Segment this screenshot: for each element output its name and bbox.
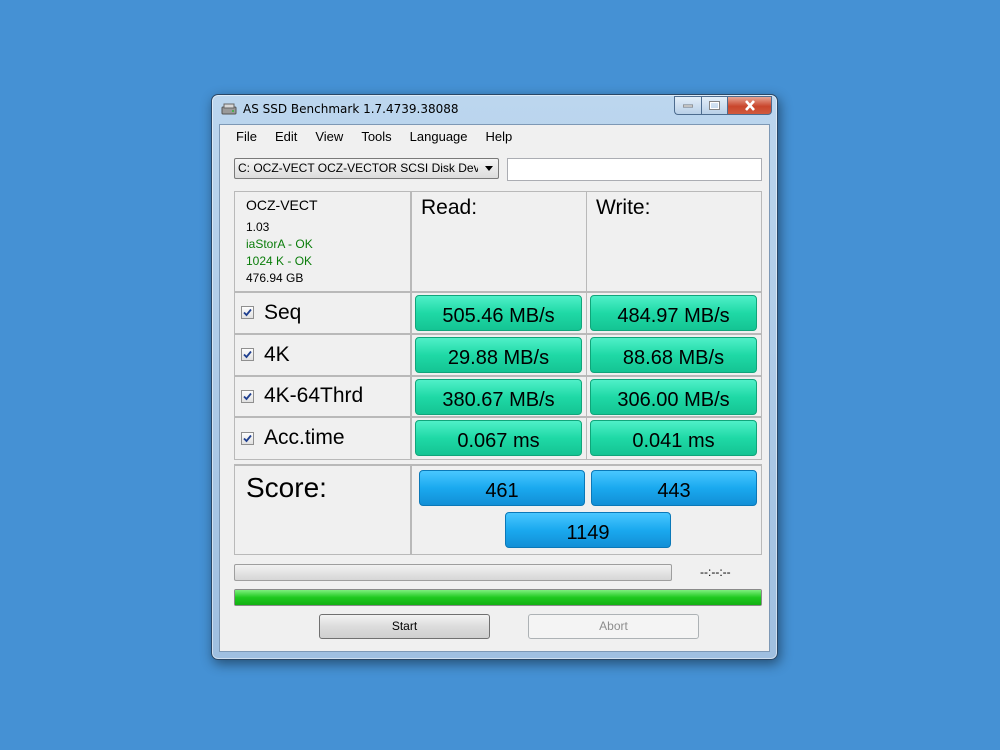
4k64-write-value: 306.00 MB/s — [590, 379, 757, 415]
check-icon — [243, 392, 252, 401]
acctime-checkbox[interactable] — [241, 432, 254, 445]
drive-info-panel: OCZ-VECT 1.03 iaStorA - OK 1024 K - OK 4… — [234, 191, 411, 292]
drive-firmware: 1.03 — [246, 220, 270, 234]
seq-checkbox[interactable] — [241, 306, 254, 319]
menu-language[interactable]: Language — [401, 125, 477, 149]
write-cell: 88.68 MB/s — [586, 334, 762, 376]
drive-name: OCZ-VECT — [246, 197, 318, 213]
row-label-cell: 4K-64Thrd — [234, 376, 411, 417]
4k64-label: 4K-64Thrd — [264, 384, 364, 407]
score-label-cell: Score: — [234, 464, 411, 555]
row-label-cell: Seq — [234, 292, 411, 334]
menu-bar: File Edit View Tools Language Help — [220, 125, 769, 149]
menu-help[interactable]: Help — [477, 125, 522, 149]
4k-write-value: 88.68 MB/s — [590, 337, 757, 373]
chevron-down-icon — [485, 166, 493, 171]
app-window: AS SSD Benchmark 1.7.4739.38088 File Edi… — [211, 94, 778, 660]
app-drive-icon — [221, 102, 237, 116]
read-cell: 505.46 MB/s — [411, 292, 587, 334]
write-header: Write: — [596, 196, 651, 219]
check-icon — [243, 350, 252, 359]
time-readout: --:--:-- — [700, 565, 731, 579]
overall-progress-bar — [234, 589, 762, 606]
seq-read-value: 505.46 MB/s — [415, 295, 582, 331]
overall-progress-fill — [235, 590, 761, 605]
results-grid: OCZ-VECT 1.03 iaStorA - OK 1024 K - OK 4… — [234, 191, 762, 555]
menu-tools[interactable]: Tools — [352, 125, 400, 149]
read-cell: 0.067 ms — [411, 417, 587, 460]
close-button[interactable] — [727, 96, 772, 115]
read-header-cell: Read: — [411, 191, 587, 292]
read-cell: 380.67 MB/s — [411, 376, 587, 417]
maximize-icon — [709, 101, 720, 110]
acctime-read-value: 0.067 ms — [415, 420, 582, 456]
seq-write-value: 484.97 MB/s — [590, 295, 757, 331]
write-cell: 0.041 ms — [586, 417, 762, 460]
seq-label: Seq — [264, 301, 302, 324]
close-icon — [744, 100, 755, 111]
menu-edit[interactable]: Edit — [266, 125, 306, 149]
read-cell: 29.88 MB/s — [411, 334, 587, 376]
4k-checkbox[interactable] — [241, 348, 254, 361]
write-cell: 306.00 MB/s — [586, 376, 762, 417]
minimize-button[interactable] — [674, 96, 701, 115]
drive-select[interactable]: C: OCZ-VECT OCZ-VECTOR SCSI Disk Device — [234, 158, 499, 179]
score-total-value: 1149 — [505, 512, 671, 548]
4k-label: 4K — [264, 343, 290, 366]
title-bar[interactable]: AS SSD Benchmark 1.7.4739.38088 — [212, 95, 777, 123]
write-cell: 484.97 MB/s — [586, 292, 762, 334]
status-field — [507, 158, 762, 181]
4k-read-value: 29.88 MB/s — [415, 337, 582, 373]
minimize-icon — [683, 104, 693, 107]
alignment-status: 1024 K - OK — [246, 254, 313, 268]
test-progress-bar — [234, 564, 672, 581]
drive-size: 476.94 GB — [246, 271, 304, 285]
acctime-label: Acc.time — [264, 426, 345, 449]
start-button[interactable]: Start — [319, 614, 490, 639]
score-read-value: 461 — [419, 470, 585, 506]
client-area: File Edit View Tools Language Help C: OC… — [219, 124, 770, 652]
score-write-value: 443 — [591, 470, 757, 506]
driver-status: iaStorA - OK — [246, 237, 313, 251]
menu-file[interactable]: File — [227, 125, 266, 149]
score-values-cell: 461 443 1149 — [411, 464, 762, 555]
maximize-button[interactable] — [701, 96, 727, 115]
abort-button[interactable]: Abort — [528, 614, 699, 639]
check-icon — [243, 434, 252, 443]
caption-buttons — [674, 96, 772, 115]
menu-view[interactable]: View — [306, 125, 352, 149]
drive-select-value: C: OCZ-VECT OCZ-VECTOR SCSI Disk Device — [238, 161, 478, 175]
read-header: Read: — [421, 196, 478, 219]
write-header-cell: Write: — [586, 191, 762, 292]
4k64-checkbox[interactable] — [241, 390, 254, 403]
window-title: AS SSD Benchmark 1.7.4739.38088 — [243, 102, 459, 116]
row-label-cell: 4K — [234, 334, 411, 376]
acctime-write-value: 0.041 ms — [590, 420, 757, 456]
4k64-read-value: 380.67 MB/s — [415, 379, 582, 415]
score-label: Score: — [246, 472, 327, 503]
row-label-cell: Acc.time — [234, 417, 411, 460]
check-icon — [243, 308, 252, 317]
